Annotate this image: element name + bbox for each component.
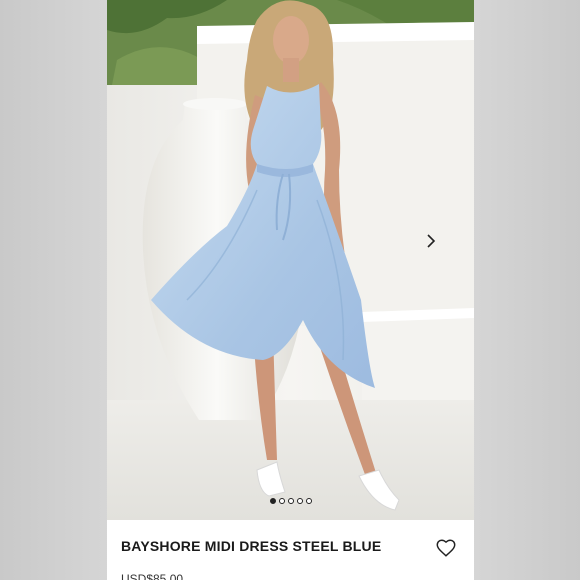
gallery-dot-2[interactable] — [278, 498, 285, 504]
heart-outline-icon — [436, 539, 456, 557]
product-info: BAYSHORE MIDI DRESS STEEL BLUE USD$85.00 — [107, 520, 474, 580]
next-image-button[interactable] — [426, 234, 448, 256]
gallery-dot-3[interactable] — [287, 498, 294, 504]
product-card: BAYSHORE MIDI DRESS STEEL BLUE USD$85.00 — [107, 0, 474, 580]
gallery-dot-5[interactable] — [305, 498, 312, 504]
gallery-pagination — [107, 498, 474, 504]
product-price: USD$85.00 — [121, 572, 184, 580]
gallery-dot-1[interactable] — [269, 498, 276, 504]
gallery-dot-4[interactable] — [296, 498, 303, 504]
product-image[interactable] — [107, 0, 474, 520]
chevron-right-icon — [427, 234, 436, 248]
product-title: BAYSHORE MIDI DRESS STEEL BLUE — [121, 538, 382, 554]
favorite-button[interactable] — [435, 537, 457, 559]
product-photo-illustration — [107, 0, 474, 520]
